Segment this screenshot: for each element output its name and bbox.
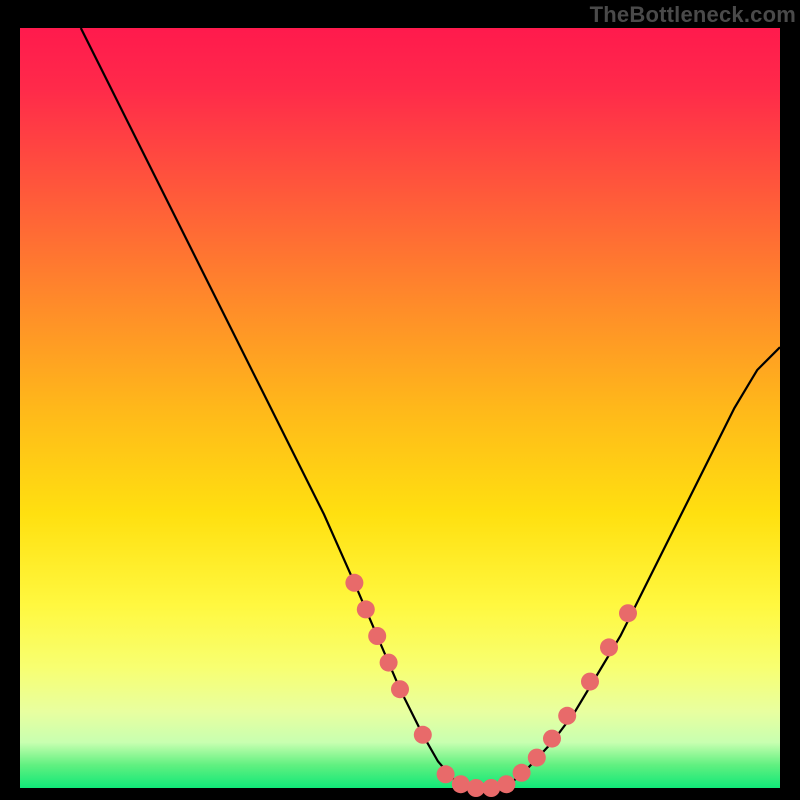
marker-dot	[380, 654, 398, 672]
marker-dot	[391, 680, 409, 698]
bottleneck-curve	[81, 28, 780, 788]
marker-dot	[497, 775, 515, 793]
marker-dot	[513, 764, 531, 782]
marker-dots	[345, 574, 637, 797]
marker-dot	[368, 627, 386, 645]
marker-dot	[581, 673, 599, 691]
marker-dot	[482, 779, 500, 797]
marker-dot	[345, 574, 363, 592]
marker-dot	[600, 638, 618, 656]
chart-frame	[20, 28, 780, 788]
watermark-text: TheBottleneck.com	[590, 2, 796, 28]
marker-dot	[437, 765, 455, 783]
chart-svg	[20, 28, 780, 788]
marker-dot	[357, 600, 375, 618]
marker-dot	[543, 730, 561, 748]
marker-dot	[619, 604, 637, 622]
marker-dot	[414, 726, 432, 744]
marker-dot	[558, 707, 576, 725]
marker-dot	[452, 775, 470, 793]
marker-dot	[528, 749, 546, 767]
